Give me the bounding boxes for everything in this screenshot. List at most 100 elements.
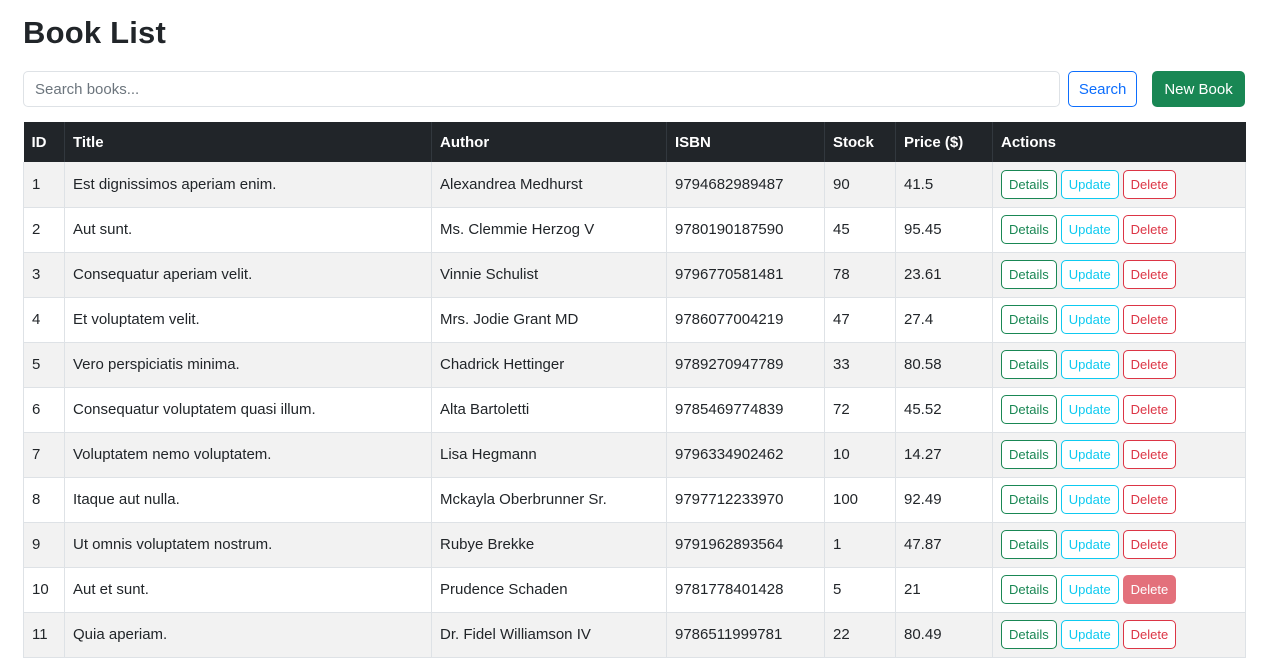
cell-title: Est dignissimos aperiam enim. — [64, 162, 432, 207]
cell-id: 5 — [23, 342, 65, 387]
row-actions: Details Update Delete — [1001, 530, 1237, 559]
new-book-button[interactable]: New Book — [1152, 71, 1245, 107]
update-button[interactable]: Update — [1060, 169, 1119, 199]
cell-title: Aut sunt. — [64, 207, 432, 252]
delete-button[interactable]: Delete — [1122, 169, 1177, 199]
cell-title: Consequatur voluptatem quasi illum. — [64, 387, 432, 432]
books-table: ID Title Author ISBN Stock Price ($) Act… — [23, 122, 1246, 658]
update-button[interactable]: Update — [1060, 260, 1119, 289]
cell-actions: Details Update Delete — [992, 162, 1246, 207]
cell-id: 10 — [23, 567, 65, 612]
cell-author: Mrs. Jodie Grant MD — [431, 297, 667, 342]
update-button[interactable]: Update — [1060, 530, 1119, 559]
table-row: 6 Consequatur voluptatem quasi illum. Alta… — [23, 387, 1246, 432]
cell-actions: Details Update Delete — [992, 387, 1246, 432]
cell-stock: 33 — [824, 342, 896, 387]
cell-isbn: 9794682989487 — [666, 162, 825, 207]
table-row: 10 Aut et sunt. Prudence Schaden 9781778401… — [23, 567, 1246, 612]
cell-isbn: 9780190187590 — [666, 207, 825, 252]
cell-stock: 10 — [824, 432, 896, 477]
cell-title: Vero perspiciatis minima. — [64, 342, 432, 387]
cell-title: Itaque aut nulla. — [64, 477, 432, 522]
update-button[interactable]: Update — [1060, 620, 1119, 649]
search-input[interactable] — [23, 71, 1061, 107]
table-row: 3 Consequatur aperiam velit. Vinnie Schuli… — [23, 252, 1246, 297]
table-row: 1 Est dignissimos aperiam enim. Alexandrea… — [23, 162, 1246, 207]
delete-button[interactable]: Delete — [1122, 215, 1177, 244]
details-button[interactable]: Details — [1001, 575, 1057, 604]
table-row: 7 Voluptatem nemo voluptatem. Lisa Hegmann… — [23, 432, 1246, 477]
cell-stock: 45 — [824, 207, 896, 252]
row-actions: Details Update Delete — [1001, 395, 1237, 424]
cell-isbn: 9791962893564 — [666, 522, 825, 567]
update-button[interactable]: Update — [1060, 395, 1119, 424]
cell-author: Prudence Schaden — [431, 567, 667, 612]
delete-button[interactable]: Delete — [1122, 395, 1177, 424]
cell-isbn: 9781778401428 — [666, 567, 825, 612]
column-header-stock: Stock — [824, 122, 896, 162]
cell-price: 95.45 — [895, 207, 993, 252]
details-button[interactable]: Details — [1001, 305, 1057, 334]
cell-isbn: 9786511999781 — [666, 612, 825, 657]
cell-price: 27.4 — [895, 297, 993, 342]
delete-button[interactable]: Delete — [1122, 440, 1177, 469]
details-button[interactable]: Details — [1001, 169, 1057, 199]
cell-author: Chadrick Hettinger — [431, 342, 667, 387]
details-button[interactable]: Details — [1001, 350, 1057, 379]
details-button[interactable]: Details — [1001, 530, 1057, 559]
cell-id: 4 — [23, 297, 65, 342]
update-button[interactable]: Update — [1060, 350, 1119, 379]
details-button[interactable]: Details — [1001, 260, 1057, 289]
details-button[interactable]: Details — [1001, 485, 1057, 514]
table-row: 5 Vero perspiciatis minima. Chadrick Hetti… — [23, 342, 1246, 387]
row-actions: Details Update Delete — [1001, 305, 1237, 334]
cell-id: 6 — [23, 387, 65, 432]
cell-author: Vinnie Schulist — [431, 252, 667, 297]
cell-title: Ut omnis voluptatem nostrum. — [64, 522, 432, 567]
update-button[interactable]: Update — [1060, 305, 1119, 334]
update-button[interactable]: Update — [1060, 575, 1119, 604]
cell-actions: Details Update Delete — [992, 522, 1246, 567]
details-button[interactable]: Details — [1001, 215, 1057, 244]
cell-author: Mckayla Oberbrunner Sr. — [431, 477, 667, 522]
cell-title: Et voluptatem velit. — [64, 297, 432, 342]
cell-price: 41.5 — [895, 162, 993, 207]
update-button[interactable]: Update — [1060, 215, 1119, 244]
cell-price: 21 — [895, 567, 993, 612]
cell-author: Dr. Fidel Williamson IV — [431, 612, 667, 657]
cell-author: Rubye Brekke — [431, 522, 667, 567]
cell-actions: Details Update Delete — [992, 252, 1246, 297]
cell-actions: Details Update Delete — [992, 612, 1246, 657]
row-actions: Details Update Delete — [1001, 215, 1237, 244]
book-list-page: Book List Search New Book ID Title Autho… — [0, 0, 1280, 658]
cell-isbn: 9789270947789 — [666, 342, 825, 387]
details-button[interactable]: Details — [1001, 620, 1057, 649]
cell-id: 9 — [23, 522, 65, 567]
cell-id: 8 — [23, 477, 65, 522]
update-button[interactable]: Update — [1060, 485, 1119, 514]
column-header-title: Title — [64, 122, 432, 162]
delete-button[interactable]: Delete — [1122, 260, 1177, 289]
delete-button[interactable]: Delete — [1122, 350, 1177, 379]
delete-button[interactable]: Delete — [1122, 575, 1177, 604]
table-row: 8 Itaque aut nulla. Mckayla Oberbrunner Sr… — [23, 477, 1246, 522]
cell-id: 3 — [23, 252, 65, 297]
cell-price: 45.52 — [895, 387, 993, 432]
row-actions: Details Update Delete — [1001, 350, 1237, 379]
delete-button[interactable]: Delete — [1122, 620, 1177, 649]
delete-button[interactable]: Delete — [1122, 485, 1177, 514]
cell-title: Quia aperiam. — [64, 612, 432, 657]
update-button[interactable]: Update — [1060, 440, 1119, 469]
cell-stock: 1 — [824, 522, 896, 567]
details-button[interactable]: Details — [1001, 440, 1057, 469]
table-row: 11 Quia aperiam. Dr. Fidel Williamson IV 97… — [23, 612, 1246, 657]
column-header-id: ID — [23, 122, 65, 162]
cell-price: 23.61 — [895, 252, 993, 297]
details-button[interactable]: Details — [1001, 395, 1057, 424]
row-actions: Details Update Delete — [1001, 440, 1237, 469]
page-title: Book List — [23, 15, 167, 50]
delete-button[interactable]: Delete — [1122, 530, 1177, 559]
delete-button[interactable]: Delete — [1122, 305, 1177, 334]
search-button[interactable]: Search — [1068, 71, 1138, 107]
table-body: 1 Est dignissimos aperiam enim. Alexandrea… — [23, 162, 1246, 657]
